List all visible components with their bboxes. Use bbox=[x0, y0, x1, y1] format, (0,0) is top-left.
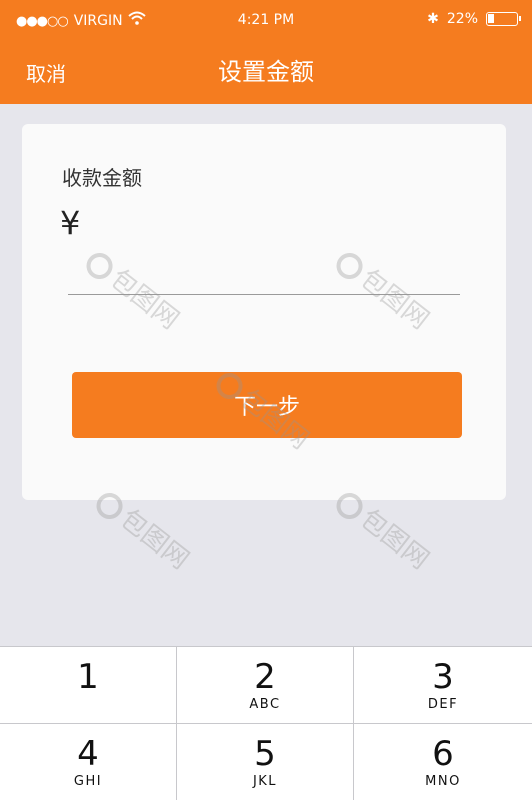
amount-input[interactable] bbox=[96, 208, 456, 248]
key-number: 1 bbox=[77, 657, 99, 697]
next-step-button[interactable]: 下一步 bbox=[72, 372, 462, 438]
key-letters: GHI bbox=[73, 774, 103, 789]
key-letters: MNO bbox=[425, 774, 461, 789]
key-letters: ABC bbox=[249, 697, 281, 712]
key-1[interactable]: 1 bbox=[0, 647, 177, 724]
watermark-text: 包图网 bbox=[114, 503, 195, 576]
battery-percent: 22% bbox=[446, 11, 478, 27]
battery-fill bbox=[488, 14, 494, 23]
key-number: 3 bbox=[432, 657, 454, 697]
amount-underline bbox=[68, 294, 460, 295]
battery-icon bbox=[486, 12, 521, 26]
key-3[interactable]: 3 DEF bbox=[354, 647, 532, 724]
key-2[interactable]: 2 ABC bbox=[177, 647, 354, 724]
status-bar: ●●●○○ VIRGIN 4:21 PM ✱ 22% bbox=[0, 0, 532, 40]
key-number: 4 bbox=[77, 734, 99, 774]
numeric-keypad: 1 2 ABC 3 DEF 4 GHI 5 JKL 6 MNO bbox=[0, 646, 532, 800]
key-letters: DEF bbox=[427, 697, 459, 712]
key-number: 6 bbox=[432, 734, 454, 774]
key-number: 2 bbox=[254, 657, 276, 697]
page-title: 设置金额 bbox=[218, 58, 314, 86]
key-letters: JKL bbox=[252, 774, 278, 789]
key-4[interactable]: 4 GHI bbox=[0, 724, 177, 800]
amount-label: 收款金额 bbox=[62, 166, 142, 190]
key-5[interactable]: 5 JKL bbox=[177, 724, 354, 800]
key-6[interactable]: 6 MNO bbox=[354, 724, 532, 800]
amount-card: 收款金额 ¥ 下一步 bbox=[22, 124, 506, 500]
currency-symbol: ¥ bbox=[60, 204, 81, 242]
key-number: 5 bbox=[254, 734, 276, 774]
status-right-group: ✱ 22% bbox=[427, 11, 521, 27]
watermark-text: 包图网 bbox=[354, 503, 435, 576]
bluetooth-icon: ✱ bbox=[427, 11, 439, 27]
header-bar: ●●●○○ VIRGIN 4:21 PM ✱ 22% 取消 设置金额 bbox=[0, 0, 532, 104]
